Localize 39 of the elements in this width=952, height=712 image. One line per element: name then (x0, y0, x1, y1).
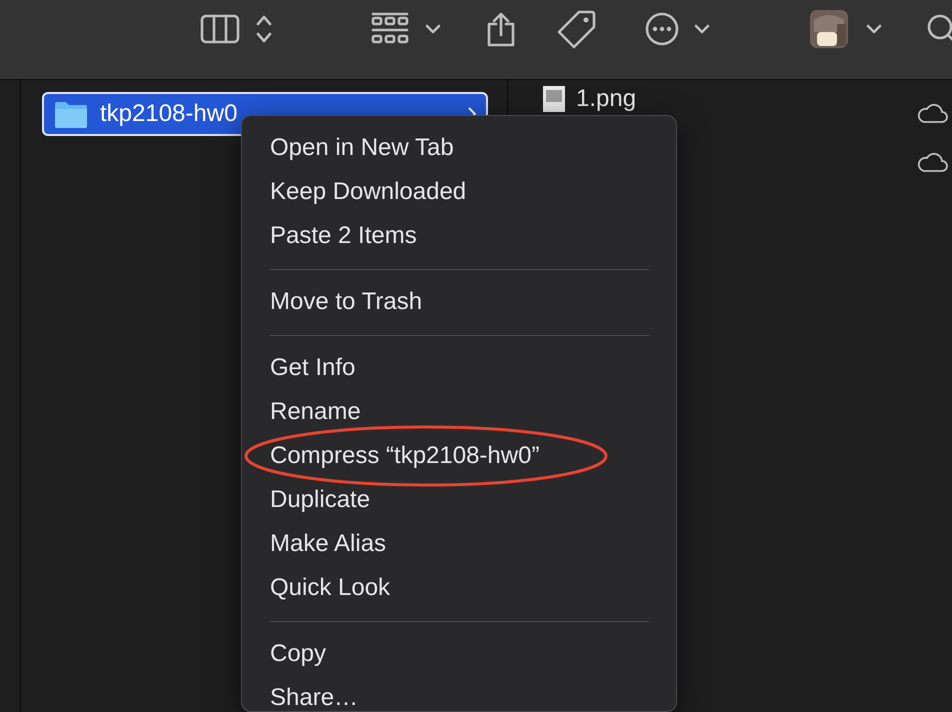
tag-icon (557, 8, 597, 48)
search-button[interactable] (925, 14, 952, 44)
menu-item[interactable]: Paste 2 Items (242, 214, 676, 258)
menu-item[interactable]: Copy (242, 632, 676, 676)
chevron-down-button[interactable] (694, 24, 710, 34)
folder-name: tkp2108-hw0 (100, 100, 238, 128)
column-view-icon (200, 12, 240, 44)
sort-arrows-icon (256, 12, 272, 44)
chevron-down-button[interactable] (866, 24, 882, 34)
tag-button[interactable] (557, 8, 597, 48)
menu-item[interactable]: Get Info (242, 346, 676, 390)
chevron-down-icon (694, 24, 710, 34)
menu-item[interactable]: Compress “tkp2108-hw0” (242, 434, 676, 478)
column-view-button[interactable] (200, 12, 240, 44)
menu-item[interactable]: Move to Trash (242, 280, 676, 324)
sort-arrows-button[interactable] (256, 12, 272, 44)
icon-grid-button[interactable] (371, 12, 409, 46)
image-file-icon (542, 85, 566, 113)
menu-item[interactable]: Duplicate (242, 478, 676, 522)
chevron-down-button[interactable] (425, 24, 441, 34)
menu-item[interactable]: Make Alias (242, 522, 676, 566)
search-icon (925, 14, 952, 44)
share-button[interactable] (486, 10, 516, 46)
menu-item[interactable]: Share… (242, 676, 676, 711)
chevron-down-icon (425, 24, 441, 34)
menu-item[interactable]: Rename (242, 390, 676, 434)
cloud-icon (916, 102, 948, 124)
file-name: 1.png (576, 85, 636, 113)
folder-icon (54, 100, 88, 128)
avatar-button[interactable] (810, 10, 848, 48)
menu-item[interactable]: Keep Downloaded (242, 170, 676, 214)
avatar-icon (810, 10, 848, 48)
icon-grid-icon (371, 12, 409, 46)
chevron-down-icon (866, 24, 882, 34)
share-icon (486, 10, 516, 46)
menu-item[interactable]: Quick Look (242, 566, 676, 610)
more-button[interactable] (645, 12, 679, 46)
more-icon (645, 12, 679, 46)
cloud-icon (916, 151, 948, 173)
